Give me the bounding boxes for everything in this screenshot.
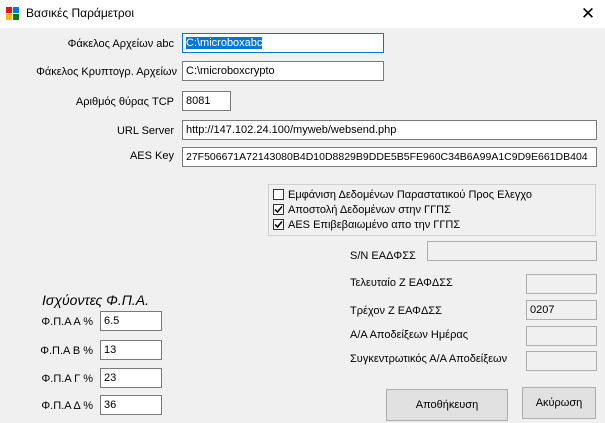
app-grid-icon bbox=[6, 7, 19, 20]
receipts-day-field bbox=[526, 326, 597, 346]
vat-a-label: Φ.Π.Α Α % bbox=[41, 316, 93, 328]
current-z-value: 0207 bbox=[530, 304, 555, 316]
option-show-data-label: Εμφάνιση Δεδομένων Παραστατικού Προς Ελε… bbox=[288, 189, 532, 201]
vat-b-label: Φ.Π.Α Β % bbox=[40, 345, 93, 357]
url-server-value: http://147.102.24.100/myweb/websend.php bbox=[186, 124, 397, 136]
vat-a-value: 6.5 bbox=[104, 315, 120, 327]
folder-crypto-label: Φάκελος Κρυπτογρ. Αρχείων bbox=[36, 66, 177, 78]
vat-d-value: 36 bbox=[104, 399, 117, 411]
tcp-port-label: Αριθμός θύρας TCP bbox=[75, 96, 174, 108]
receipts-day-label: Α/Α Αποδείξεων Ημέρας bbox=[350, 329, 469, 341]
vat-c-value: 23 bbox=[104, 372, 117, 384]
folder-crypto-value: C:\microboxcrypto bbox=[186, 65, 275, 77]
vat-b-input[interactable]: 13 bbox=[100, 340, 162, 360]
current-z-label: Τρέχον Ζ ΕΑΦΔΣΣ bbox=[350, 305, 442, 317]
folder-abc-input[interactable]: C:\microboxabc bbox=[182, 33, 384, 53]
url-server-label: URL Server bbox=[116, 125, 174, 137]
checkbox-aes-confirmed[interactable] bbox=[273, 219, 284, 230]
aes-key-label: AES Key bbox=[129, 150, 174, 162]
tcp-port-input[interactable]: 8081 bbox=[182, 91, 231, 111]
url-server-input[interactable]: http://147.102.24.100/myweb/websend.php bbox=[182, 120, 597, 140]
close-icon[interactable]: ✕ bbox=[574, 2, 602, 26]
option-send-ggps[interactable]: Αποστολή Δεδομένων στην ΓΓΠΣ bbox=[273, 203, 451, 217]
vat-d-label: Φ.Π.Α Δ % bbox=[41, 400, 93, 412]
aes-key-input[interactable]: 27F506671A72143080B4D10D8829B9DDE5B5FE96… bbox=[182, 147, 597, 167]
sn-label: S/N ΕΑΔΦΣΣ bbox=[350, 250, 416, 262]
receipts-total-field bbox=[526, 351, 597, 371]
current-z-field: 0207 bbox=[526, 300, 597, 320]
last-z-field bbox=[526, 274, 597, 294]
checkbox-send-ggps[interactable] bbox=[273, 204, 284, 215]
aes-key-value: 27F506671A72143080B4D10D8829B9DDE5B5FE96… bbox=[186, 151, 588, 163]
vat-b-value: 13 bbox=[104, 344, 117, 356]
vat-a-input[interactable]: 6.5 bbox=[100, 311, 162, 331]
last-z-label: Τελευταίο Ζ ΕΑΦΔΣΣ bbox=[350, 277, 453, 289]
vat-c-input[interactable]: 23 bbox=[100, 368, 162, 388]
tcp-port-value: 8081 bbox=[186, 95, 211, 107]
vat-c-label: Φ.Π.Α Γ % bbox=[41, 373, 93, 385]
vat-title: Ισχύοντες Φ.Π.Α. bbox=[42, 292, 150, 308]
sn-field bbox=[427, 241, 597, 261]
option-aes-confirmed[interactable]: AES Επιβεβαιωμένο απο την ΓΓΠΣ bbox=[273, 218, 460, 232]
option-show-data[interactable]: Εμφάνιση Δεδομένων Παραστατικού Προς Ελε… bbox=[273, 188, 532, 202]
receipts-total-label: Συγκεντρωτικός Α/Α Αποδείξεων bbox=[350, 353, 508, 365]
checkbox-show-data[interactable] bbox=[273, 189, 284, 200]
cancel-button[interactable]: Ακύρωση bbox=[522, 387, 596, 419]
folder-abc-value: C:\microboxabc bbox=[186, 37, 263, 49]
folder-crypto-input[interactable]: C:\microboxcrypto bbox=[182, 61, 384, 81]
folder-abc-label: Φάκελος Αρχείων abc bbox=[67, 38, 174, 50]
option-send-ggps-label: Αποστολή Δεδομένων στην ΓΓΠΣ bbox=[288, 204, 451, 216]
checkmark-icon bbox=[274, 221, 283, 229]
checkmark-icon bbox=[274, 206, 283, 214]
window-title: Βασικές Παράμετροι bbox=[26, 6, 135, 20]
save-button[interactable]: Αποθήκευση bbox=[386, 389, 508, 421]
vat-d-input[interactable]: 36 bbox=[100, 395, 162, 415]
option-aes-confirmed-label: AES Επιβεβαιωμένο απο την ΓΓΠΣ bbox=[288, 219, 461, 231]
